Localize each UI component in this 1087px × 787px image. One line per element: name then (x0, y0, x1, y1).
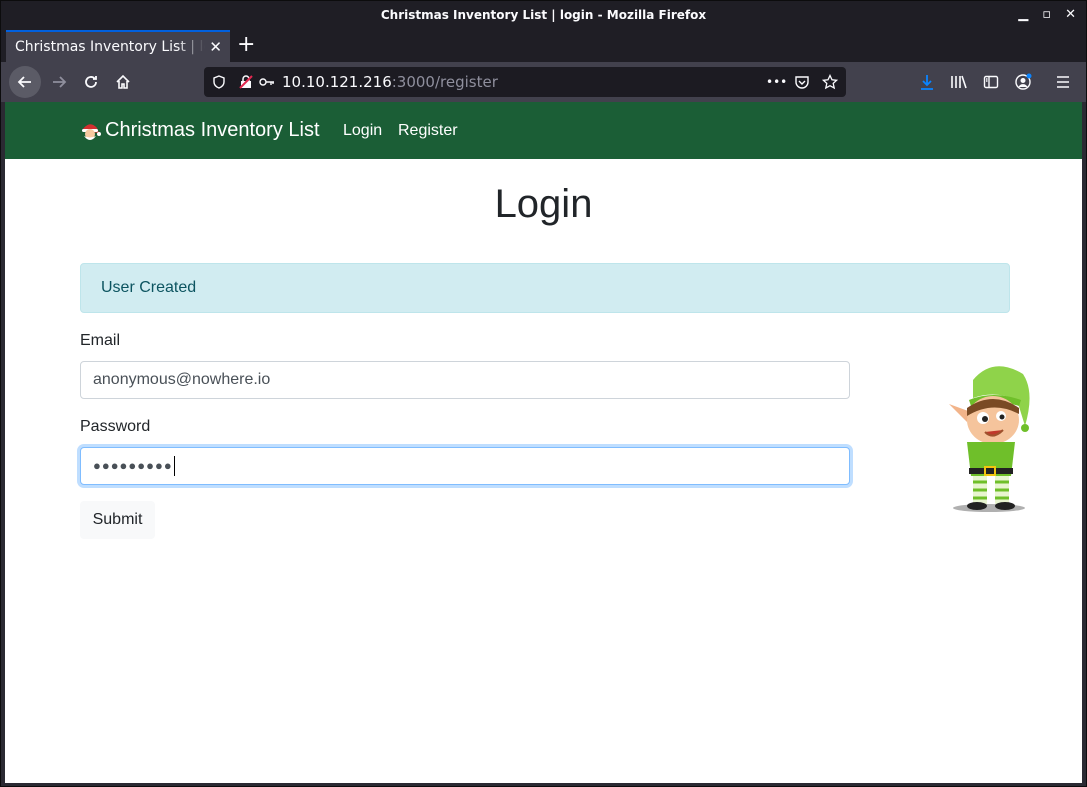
back-icon (17, 76, 31, 88)
forward-icon (53, 76, 67, 88)
download-button[interactable] (913, 66, 941, 98)
download-icon (921, 75, 933, 90)
nav-login-link[interactable]: Login (343, 102, 382, 159)
account-icon (1015, 73, 1032, 90)
pocket-icon[interactable] (794, 67, 810, 97)
brand-link[interactable]: Christmas Inventory List (79, 102, 320, 159)
key-icon[interactable] (259, 67, 275, 97)
url-bar[interactable]: 10.10.121.216:3000/register ••• (204, 67, 846, 97)
active-tab[interactable]: Christmas Inventory List | login ✕ (6, 30, 230, 62)
site-navbar: Christmas Inventory List Login Register (5, 102, 1082, 159)
library-button[interactable] (945, 66, 973, 98)
reload-icon (85, 76, 97, 88)
email-label: Email (80, 332, 121, 349)
sidebar-icon (983, 75, 999, 89)
maximize-icon[interactable]: ▫ (1042, 1, 1051, 29)
title-bar: Christmas Inventory List | login - Mozil… (1, 1, 1086, 29)
account-button[interactable] (1009, 66, 1037, 98)
santa-icon (82, 123, 101, 140)
tab-bar: Christmas Inventory List | login ✕ + (1, 29, 1086, 62)
tab-close-icon[interactable]: ✕ (209, 32, 222, 62)
page-title: Login (494, 182, 593, 226)
navigation-toolbar: 10.10.121.216:3000/register ••• (1, 62, 1086, 102)
shield-icon[interactable] (212, 67, 226, 97)
elf-illustration (949, 366, 1030, 512)
url-host: 10.10.121.216 (282, 73, 392, 91)
library-icon (951, 75, 967, 89)
password-field[interactable]: ●●●●●●●●● (80, 447, 850, 485)
password-label: Password (80, 418, 151, 435)
email-value: anonymous@nowhere.io (93, 371, 271, 388)
window-title: Christmas Inventory List | login - Mozil… (380, 8, 707, 22)
close-window-icon[interactable]: ✕ (1065, 1, 1076, 29)
success-alert: User Created (80, 263, 1010, 313)
url-path: :3000/register (391, 73, 498, 91)
url-text: 10.10.121.216:3000/register (282, 67, 498, 97)
menu-button[interactable] (1049, 66, 1077, 98)
email-field[interactable]: anonymous@nowhere.io (80, 361, 850, 399)
home-button[interactable] (107, 66, 139, 98)
forward-button[interactable] (43, 66, 75, 98)
home-icon (116, 74, 130, 89)
submit-button[interactable]: Submit (80, 501, 155, 539)
nav-register-link[interactable]: Register (398, 102, 458, 159)
window-controls: ▁ ▫ ✕ (1018, 1, 1076, 29)
tab-title: Christmas Inventory List | login (15, 39, 205, 55)
text-caret (173, 455, 175, 476)
page-actions-icon[interactable]: ••• (766, 67, 787, 97)
browser-window: Christmas Inventory List | login - Mozil… (0, 0, 1087, 787)
minimize-icon[interactable]: ▁ (1018, 1, 1028, 29)
brand-name: Christmas Inventory List (105, 119, 320, 141)
page-content: Christmas Inventory List Login Register … (5, 102, 1082, 783)
insecure-lock-icon[interactable] (238, 67, 254, 97)
password-value: ●●●●●●●●● (93, 458, 173, 473)
menu-icon (1057, 76, 1069, 88)
star-icon[interactable] (822, 67, 838, 97)
back-button[interactable] (9, 66, 41, 98)
sidebar-button[interactable] (977, 66, 1005, 98)
reload-button[interactable] (75, 66, 107, 98)
new-tab-button[interactable]: + (237, 31, 255, 59)
